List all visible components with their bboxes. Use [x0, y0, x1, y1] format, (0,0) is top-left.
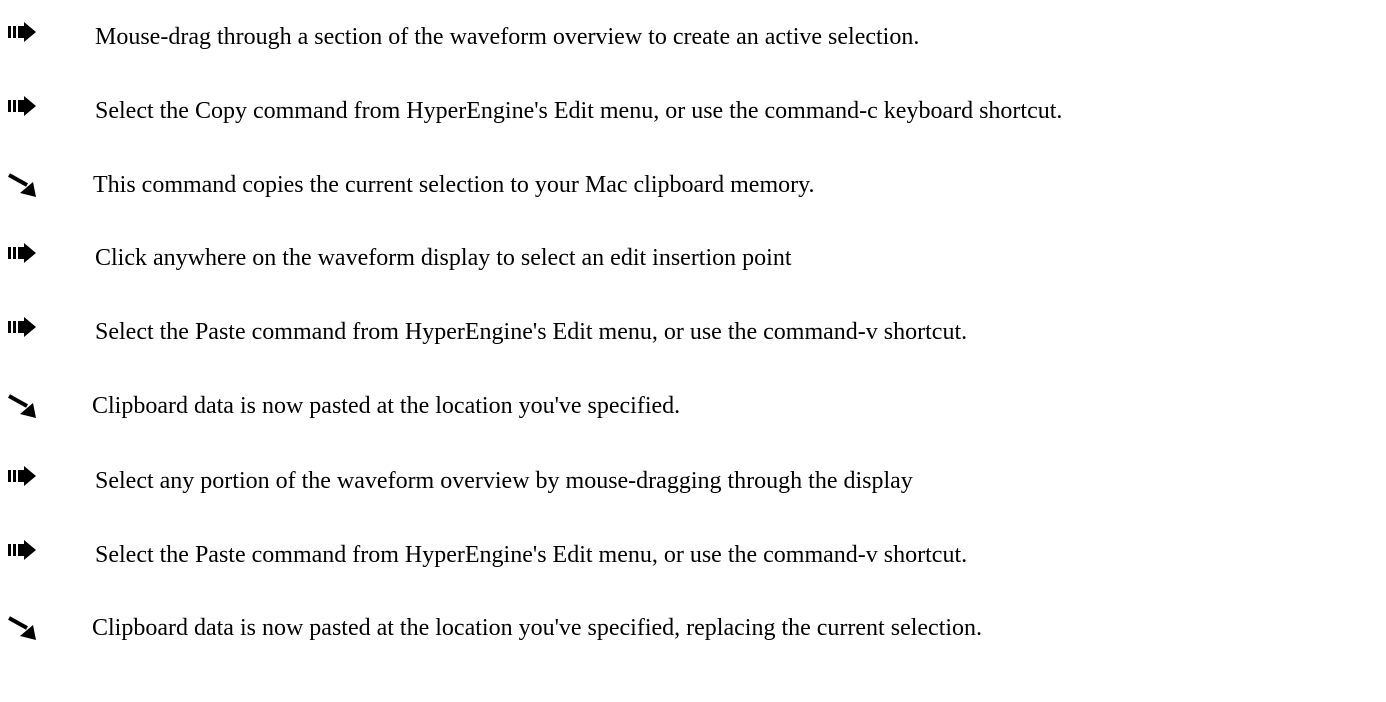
instruction-step: Mouse-drag through a section of the wave… — [0, 22, 1386, 62]
step-arrow-icon — [8, 540, 36, 560]
step-text: Select the Copy command from HyperEngine… — [95, 98, 1063, 124]
instruction-result: Clipboard data is now pasted at the loca… — [0, 391, 1386, 431]
step-text: Mouse-drag through a section of the wave… — [95, 24, 920, 50]
step-arrow-icon — [8, 466, 36, 486]
instruction-step: Select any portion of the waveform overv… — [0, 466, 1386, 506]
instruction-step: Select the Paste command from HyperEngin… — [0, 317, 1386, 357]
step-arrow-icon — [8, 317, 36, 337]
instruction-step: Select the Paste command from HyperEngin… — [0, 540, 1386, 580]
instruction-step: Select the Copy command from HyperEngine… — [0, 96, 1386, 136]
result-text: Clipboard data is now pasted at the loca… — [92, 615, 983, 641]
step-arrow-icon — [8, 243, 36, 263]
step-arrow-icon — [8, 22, 36, 42]
instruction-step: Click anywhere on the waveform display t… — [0, 243, 1386, 283]
result-arrow-icon — [8, 616, 36, 640]
step-text: Select the Paste command from HyperEngin… — [95, 319, 968, 345]
result-text: Clipboard data is now pasted at the loca… — [92, 393, 681, 419]
result-arrow-icon — [8, 173, 36, 197]
step-text: Select the Paste command from HyperEngin… — [95, 542, 968, 568]
result-text: This command copies the current selectio… — [93, 172, 815, 198]
step-text: Select any portion of the waveform overv… — [95, 468, 913, 494]
instruction-result: This command copies the current selectio… — [0, 170, 1386, 210]
step-arrow-icon — [8, 96, 36, 116]
instruction-result: Clipboard data is now pasted at the loca… — [0, 613, 1386, 653]
result-arrow-icon — [8, 394, 36, 418]
instruction-list: Mouse-drag through a section of the wave… — [0, 0, 1386, 702]
step-text: Click anywhere on the waveform display t… — [95, 245, 792, 271]
